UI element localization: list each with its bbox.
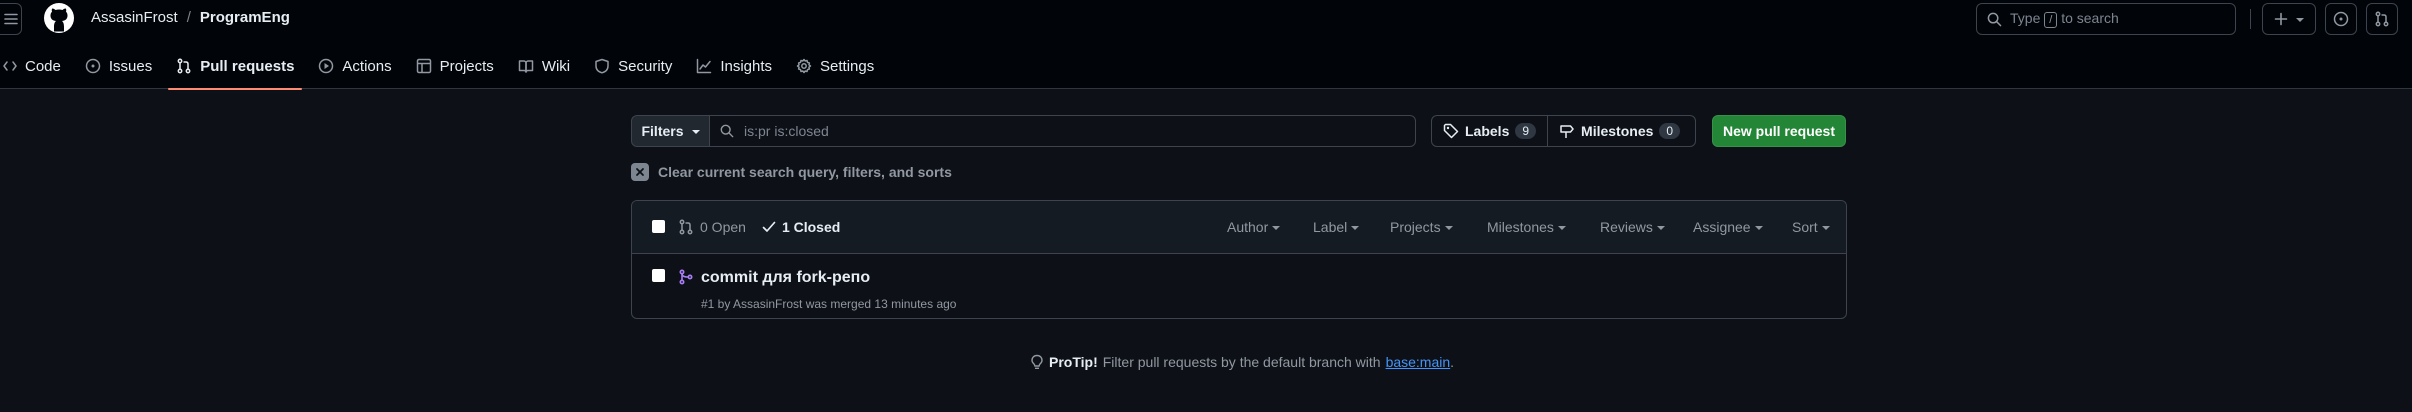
tab-issues[interactable]: Issues xyxy=(77,50,160,82)
tab-label: Issues xyxy=(108,57,153,75)
labels-count-badge: 9 xyxy=(1515,123,1537,139)
protip-text: Filter pull requests by the default bran… xyxy=(1102,354,1381,370)
search-icon xyxy=(720,124,734,138)
issues-button[interactable] xyxy=(2325,3,2357,35)
tab-settings[interactable]: Settings xyxy=(788,50,882,82)
global-search-input[interactable]: Type / to search xyxy=(1976,3,2236,35)
search-icon xyxy=(1987,12,2002,27)
pull-request-title-link[interactable]: commit для fork-репо xyxy=(701,269,870,287)
github-logo-icon[interactable] xyxy=(43,2,75,34)
pull-request-meta: #1 by AssasinFrost was merged 13 minutes… xyxy=(701,297,957,311)
base-branch-link[interactable]: base:main xyxy=(1386,354,1451,370)
graph-icon xyxy=(696,58,712,74)
git-merge-icon xyxy=(678,269,694,285)
breadcrumb: AssasinFrost / ProgramEng xyxy=(91,9,290,26)
pr-search-input[interactable]: is:pr is:closed xyxy=(709,115,1416,147)
new-pull-request-button[interactable]: New pull request xyxy=(1712,115,1846,147)
create-new-button[interactable] xyxy=(2262,3,2316,35)
gear-icon xyxy=(796,58,812,74)
tab-label: Security xyxy=(618,57,673,75)
pull-requests-button[interactable] xyxy=(2366,3,2398,35)
code-icon xyxy=(3,60,17,72)
tab-security[interactable]: Security xyxy=(586,50,680,82)
tab-insights[interactable]: Insights xyxy=(688,50,780,82)
git-pull-request-icon xyxy=(2374,11,2390,27)
tab-actions[interactable]: Actions xyxy=(310,50,399,82)
lightbulb-icon xyxy=(1030,354,1044,370)
plus-icon xyxy=(2274,12,2288,26)
tab-label: Code xyxy=(25,57,61,75)
divider xyxy=(2250,9,2251,29)
git-pull-request-icon xyxy=(176,58,192,74)
hamburger-icon xyxy=(3,13,18,25)
search-query-value: is:pr is:closed xyxy=(744,123,829,139)
tab-code[interactable]: Code xyxy=(0,50,69,82)
tab-label: Projects xyxy=(439,57,494,75)
breadcrumb-separator: / xyxy=(186,9,191,26)
labels-button[interactable]: Labels 9 xyxy=(1432,116,1547,146)
repo-tabs: Code Issues Pull requests Actions Projec… xyxy=(0,50,890,90)
milestone-icon xyxy=(1559,123,1575,139)
tag-icon xyxy=(1443,123,1459,139)
issue-opened-icon xyxy=(2333,11,2349,27)
tab-label: Pull requests xyxy=(200,57,295,75)
clear-filters-label: Clear current search query, filters, and… xyxy=(658,164,952,180)
filters-label: Filters xyxy=(641,123,684,139)
protip-end: . xyxy=(1450,354,1455,370)
pull-request-list: 0 Open 1 Closed Author Label Projects Mi… xyxy=(631,200,1847,319)
shield-icon xyxy=(594,58,610,74)
app-header: AssasinFrost / ProgramEng Type / to sear… xyxy=(0,0,2412,90)
protip: ProTip! Filter pull requests by the defa… xyxy=(1030,354,1454,370)
tab-pull-requests[interactable]: Pull requests xyxy=(168,50,303,90)
row-select-checkbox[interactable] xyxy=(652,269,665,282)
tab-projects[interactable]: Projects xyxy=(408,50,502,82)
labels-label: Labels xyxy=(1465,123,1510,139)
table-icon xyxy=(416,58,432,74)
protip-label: ProTip! xyxy=(1049,354,1098,370)
book-icon xyxy=(518,58,534,74)
tab-label: Insights xyxy=(720,57,773,75)
play-icon xyxy=(318,58,334,74)
milestones-count-badge: 0 xyxy=(1659,123,1681,139)
slash-key-hint: / xyxy=(2044,12,2058,28)
tab-label: Settings xyxy=(820,57,875,75)
menu-button[interactable] xyxy=(0,3,22,35)
clear-filters-link[interactable]: Clear current search query, filters, and… xyxy=(631,163,952,181)
labels-milestones-group: Labels 9 Milestones 0 xyxy=(1431,115,1696,147)
top-bar: AssasinFrost / ProgramEng Type / to sear… xyxy=(0,0,2412,38)
breadcrumb-owner-link[interactable]: AssasinFrost xyxy=(91,9,178,26)
chevron-down-icon xyxy=(691,130,700,134)
breadcrumb-repo-link[interactable]: ProgramEng xyxy=(200,9,290,26)
tab-label: Wiki xyxy=(541,57,571,75)
issue-icon xyxy=(85,58,101,74)
tab-wiki[interactable]: Wiki xyxy=(510,50,578,82)
milestones-label: Milestones xyxy=(1581,123,1654,139)
tab-label: Actions xyxy=(342,57,392,75)
search-placeholder: Type / to search xyxy=(2010,10,2119,28)
x-icon xyxy=(631,163,649,181)
milestones-button[interactable]: Milestones 0 xyxy=(1547,116,1691,146)
list-item: commit для fork-репо #1 by AssasinFrost … xyxy=(632,201,1846,318)
chevron-down-icon xyxy=(2296,18,2304,22)
filters-dropdown-button[interactable]: Filters xyxy=(631,115,710,147)
